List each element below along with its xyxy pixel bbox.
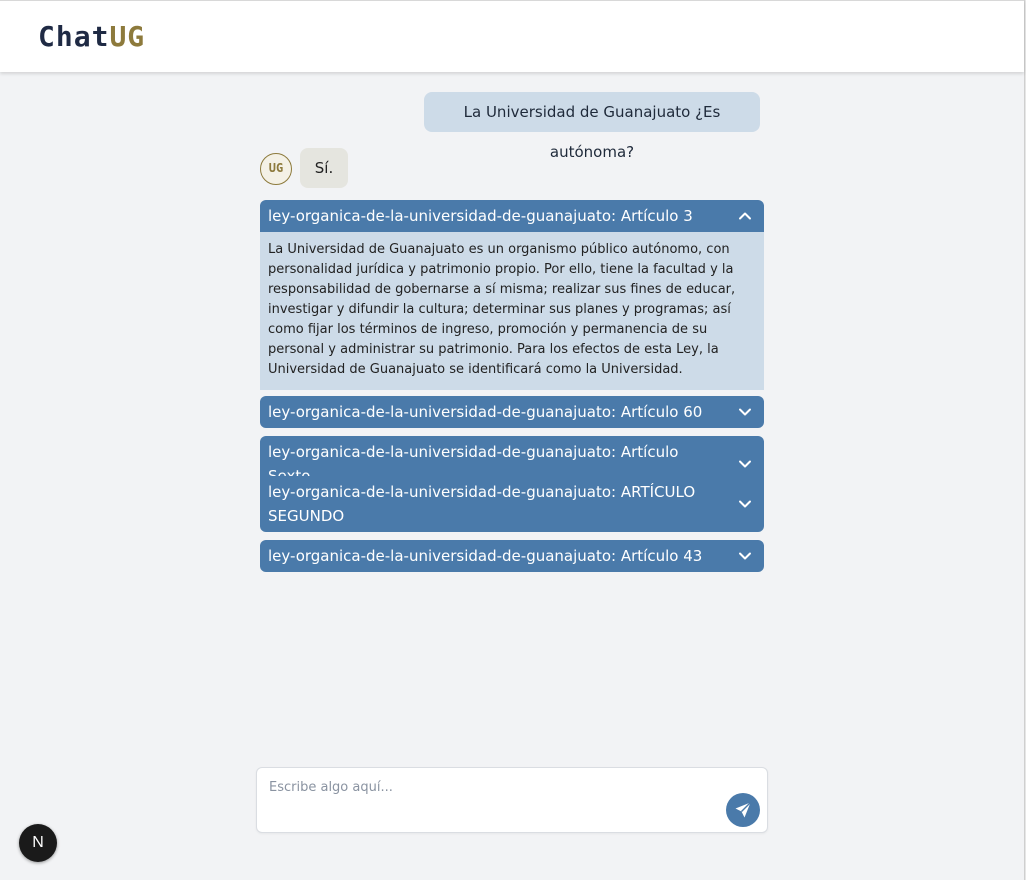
source-accordion-header[interactable]: ley-organica-de-la-universidad-de-guanaj… bbox=[260, 540, 764, 572]
chevron-down-icon bbox=[739, 408, 751, 416]
source-title: ley-organica-de-la-universidad-de-guanaj… bbox=[268, 483, 696, 525]
source-accordion: ley-organica-de-la-universidad-de-guanaj… bbox=[260, 200, 764, 390]
source-title: ley-organica-de-la-universidad-de-guanaj… bbox=[268, 403, 703, 421]
source-title: ley-organica-de-la-universidad-de-guanaj… bbox=[268, 207, 693, 225]
message-input-container bbox=[256, 767, 768, 833]
logo-chat-text: Chat bbox=[38, 20, 110, 53]
chatug-logo[interactable]: ChatUG bbox=[38, 21, 145, 53]
bot-avatar: UG bbox=[260, 153, 292, 185]
source-accordion-header[interactable]: ley-organica-de-la-universidad-de-guanaj… bbox=[260, 200, 764, 232]
source-accordion: ley-organica-de-la-universidad-de-guanaj… bbox=[260, 396, 764, 428]
source-accordion: ley-organica-de-la-universidad-de-guanaj… bbox=[260, 540, 764, 572]
source-accordion: ley-organica-de-la-universidad-de-guanaj… bbox=[260, 476, 764, 532]
chevron-up-icon bbox=[739, 212, 751, 220]
chevron-down-icon bbox=[739, 552, 751, 560]
message-input[interactable] bbox=[269, 780, 709, 824]
user-message: La Universidad de Guanajuato ¿Es autónom… bbox=[424, 92, 760, 161]
app-header: ChatUG bbox=[0, 0, 1024, 72]
source-content: La Universidad de Guanajuato es un organ… bbox=[260, 232, 764, 390]
source-accordion-header[interactable]: ley-organica-de-la-universidad-de-guanaj… bbox=[260, 476, 764, 532]
bot-message: Sí. bbox=[300, 148, 348, 188]
dev-tools-badge[interactable]: N bbox=[19, 824, 57, 862]
logo-ug-text: UG bbox=[109, 20, 146, 53]
chevron-down-icon bbox=[739, 460, 751, 468]
chevron-down-icon bbox=[739, 500, 751, 508]
source-accordion-header[interactable]: ley-organica-de-la-universidad-de-guanaj… bbox=[260, 396, 764, 428]
send-button[interactable] bbox=[726, 793, 760, 827]
paper-plane-icon bbox=[735, 802, 751, 818]
source-title: ley-organica-de-la-universidad-de-guanaj… bbox=[268, 547, 703, 565]
